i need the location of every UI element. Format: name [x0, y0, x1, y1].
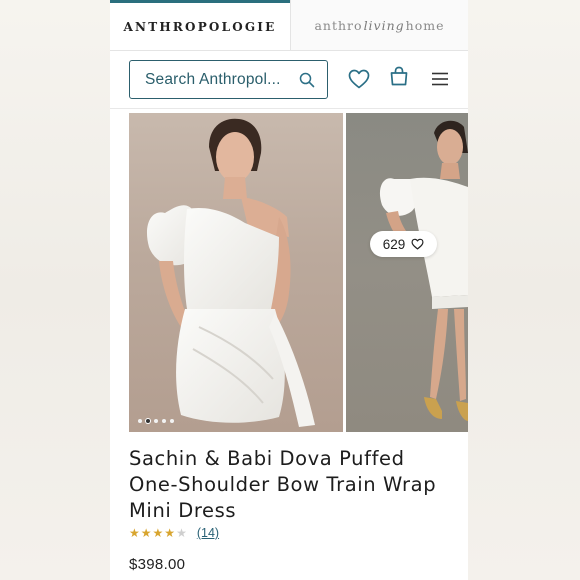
- star-filled-icon: ★: [152, 526, 164, 540]
- menu-icon[interactable]: [428, 67, 452, 91]
- header-search-row: [110, 50, 468, 109]
- brand-home-script: living: [363, 17, 405, 33]
- carousel-dot[interactable]: [154, 419, 158, 423]
- product-title: Sachin & Babi Dova Puffed One-Shoulder B…: [129, 447, 437, 522]
- rating-stars: ★ ★ ★ ★ ★: [129, 527, 187, 539]
- heart-outline-icon[interactable]: [411, 238, 424, 250]
- tab-anthro-living-home[interactable]: anthrolivinghome: [290, 0, 468, 50]
- brand-home-label: anthrolivinghome: [314, 18, 444, 33]
- model-photo-side: [379, 120, 468, 421]
- mobile-page: ANTHROPOLOGIE anthrolivinghome Search An…: [110, 0, 468, 580]
- tab-anthropologie[interactable]: ANTHROPOLOGIE: [110, 0, 290, 50]
- star-empty-icon: ★: [176, 526, 187, 540]
- product-image-carousel[interactable]: 629: [110, 108, 468, 436]
- review-count-link[interactable]: (14): [197, 526, 219, 540]
- star-filled-icon: ★: [140, 526, 152, 540]
- right-background-margin: [468, 0, 580, 580]
- heart-icon[interactable]: [347, 67, 371, 91]
- carousel-dot[interactable]: [138, 419, 142, 423]
- favorite-count: 629: [382, 236, 406, 252]
- carousel-dots: [138, 419, 174, 423]
- favorite-count-badge[interactable]: 629: [370, 231, 437, 257]
- model-photo-front: [146, 118, 315, 427]
- brand-switcher: ANTHROPOLOGIE anthrolivinghome: [110, 0, 468, 51]
- brand-home-suffix: home: [405, 17, 445, 33]
- product-image-main[interactable]: [129, 113, 343, 432]
- product-rating: ★ ★ ★ ★ ★ (14): [129, 526, 219, 540]
- carousel-dot[interactable]: [170, 419, 174, 423]
- carousel-dot-active[interactable]: [146, 419, 150, 423]
- search-input[interactable]: [143, 69, 297, 90]
- shopping-bag-icon[interactable]: [387, 64, 411, 88]
- product-image-secondary[interactable]: [346, 113, 468, 432]
- brand-home-prefix: anthro: [314, 17, 363, 33]
- star-filled-icon: ★: [164, 526, 176, 540]
- carousel-dot[interactable]: [162, 419, 166, 423]
- product-price: $398.00: [129, 556, 186, 573]
- search-icon[interactable]: [299, 72, 315, 88]
- brand-anthropologie-label: ANTHROPOLOGIE: [123, 19, 277, 34]
- search-field[interactable]: [129, 60, 328, 99]
- left-background-margin: [0, 0, 110, 580]
- star-filled-icon: ★: [129, 526, 140, 540]
